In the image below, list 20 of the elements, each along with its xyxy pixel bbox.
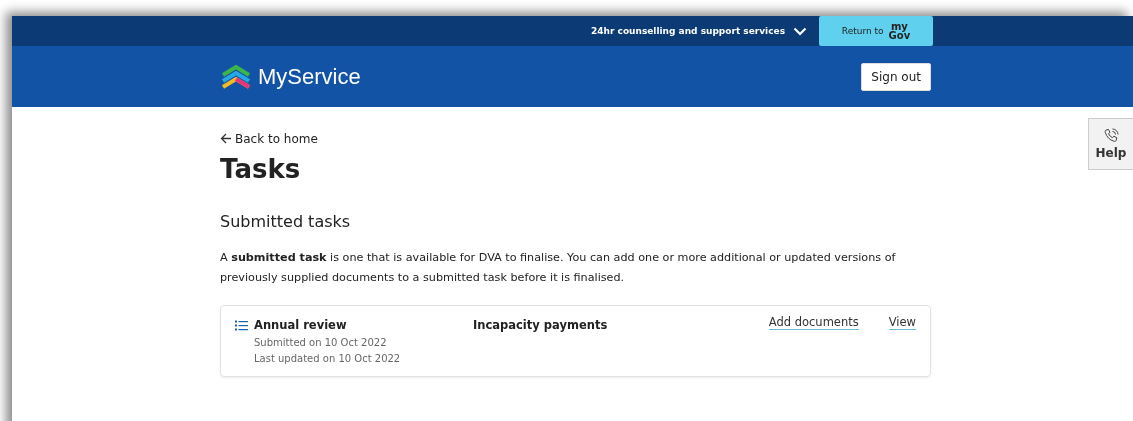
left-arrow-icon — [220, 133, 232, 144]
section-title: Submitted tasks — [220, 212, 352, 231]
task-action-link[interactable]: View — [888, 315, 916, 330]
task-action-link[interactable]: Add documents — [768, 315, 859, 330]
page-title: Tasks — [220, 154, 302, 184]
support-services-menu[interactable]: 24hr counselling and support services — [579, 16, 819, 46]
brand-name: MyService — [258, 63, 361, 90]
chevron-down-icon — [793, 26, 807, 36]
intro-paragraph: A submitted task is one that is available for DVA to finalise. You can add one or more additional or updated versions of previously supplied documents to a submitted task before it is finalised. — [220, 250, 897, 286]
task-name: Annual review — [254, 318, 347, 332]
list-icon — [235, 319, 248, 331]
mygov-logo: my Gov — [888, 22, 911, 40]
back-link[interactable]: Back to home — [220, 131, 318, 146]
submitted-date: Submitted on 10 Oct 2022 — [254, 337, 388, 348]
help-button[interactable]: Help — [1088, 118, 1133, 170]
sign-out-button[interactable]: Sign out — [861, 62, 931, 91]
phone-icon — [1103, 128, 1119, 144]
last-updated-date: Last updated on 10 Oct 2022 — [254, 353, 402, 364]
chevron-stack-logo-icon — [220, 64, 252, 89]
task-category: Incapacity payments — [473, 318, 608, 334]
